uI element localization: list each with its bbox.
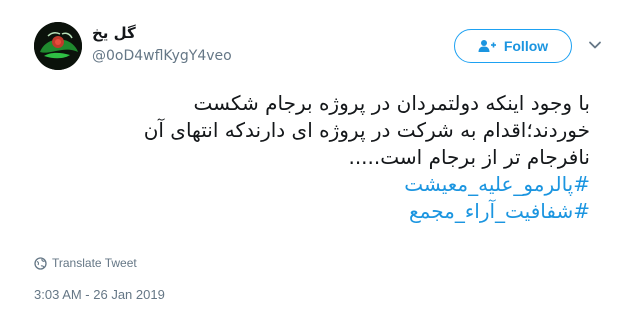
- translate-tweet-label: Translate Tweet: [52, 256, 137, 270]
- tweet-text: با وجود اینکه دولتمردان در پروژه برجام ش…: [120, 90, 590, 225]
- follow-button[interactable]: Follow: [454, 29, 572, 63]
- avatar-image: [34, 22, 82, 70]
- hashtag-link[interactable]: #شفافیت_آراء_مجمع: [120, 198, 590, 225]
- tweet-text-line: خوردند؛اقدام به شرکت در پروژه ای دارندکه…: [143, 118, 590, 142]
- user-handle[interactable]: @0oD4wflKygY4veo: [92, 48, 232, 64]
- display-name[interactable]: گل یخ: [92, 24, 136, 42]
- follow-user-icon: [478, 40, 496, 52]
- tweet-card: گل یخ @0oD4wflKygY4veo Follow با وجود ای…: [0, 0, 622, 311]
- chevron-down-icon[interactable]: [588, 38, 602, 52]
- globe-icon: [34, 256, 47, 270]
- tweet-text-line: با وجود اینکه دولتمردان در پروژه برجام ش…: [193, 91, 590, 115]
- tweet-text-line: نافرجام تر از برجام است.....: [348, 145, 590, 169]
- tweet-timestamp[interactable]: 3:03 AM - 26 Jan 2019: [34, 287, 165, 302]
- profile-avatar[interactable]: [34, 22, 82, 70]
- hashtag-link[interactable]: #پالرمو_علیه_معیشت: [120, 171, 590, 198]
- translate-tweet-link[interactable]: Translate Tweet: [34, 256, 137, 270]
- follow-button-label: Follow: [503, 38, 549, 54]
